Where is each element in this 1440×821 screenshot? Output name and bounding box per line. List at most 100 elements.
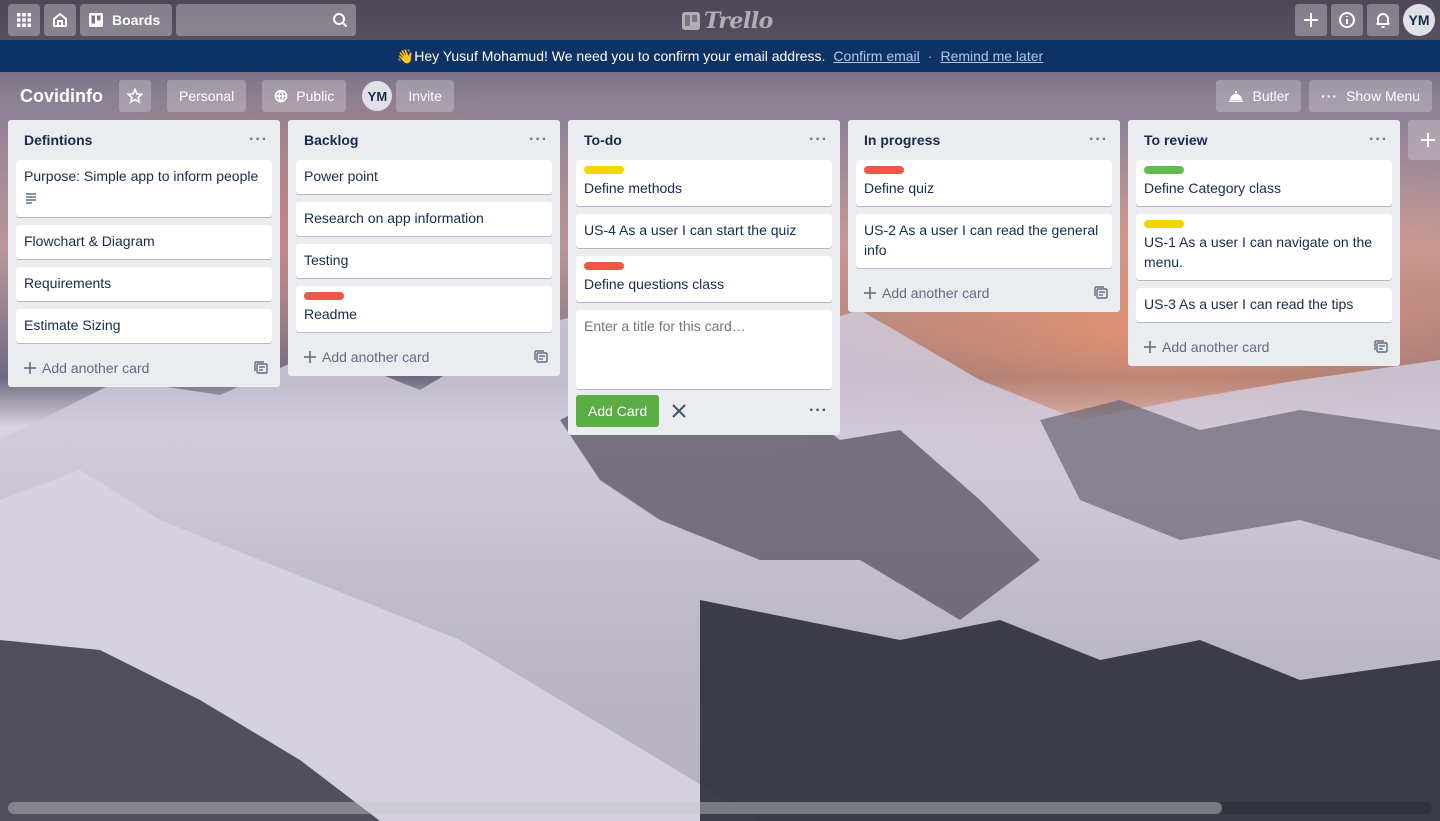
logo-text: Trello xyxy=(704,8,773,34)
butler-button[interactable]: Butler xyxy=(1216,80,1302,112)
plus-icon xyxy=(304,351,316,363)
add-card-button[interactable]: Add another card xyxy=(1136,328,1392,366)
card[interactable]: Requirements xyxy=(16,267,272,301)
add-card-submit-button[interactable]: Add Card xyxy=(576,395,660,427)
list-menu-more-icon[interactable]: ··· xyxy=(1089,132,1108,148)
composer-more-icon[interactable]: ··· xyxy=(809,402,828,420)
add-card-button[interactable]: Add another card xyxy=(296,338,552,376)
card[interactable]: Testing xyxy=(296,244,552,278)
boards-button[interactable]: Boards xyxy=(80,4,173,36)
card[interactable]: Define methods xyxy=(576,160,832,206)
card-label-red[interactable] xyxy=(584,262,624,270)
card-title: Define questions class xyxy=(584,276,725,292)
search-icon[interactable] xyxy=(332,12,348,28)
card-label-yellow[interactable] xyxy=(1144,220,1184,228)
notifications-button[interactable] xyxy=(1367,4,1399,36)
confirm-email-link[interactable]: Confirm email xyxy=(833,48,919,64)
list-header[interactable]: Defintions ··· xyxy=(16,120,272,160)
card-template-icon[interactable] xyxy=(1374,340,1388,354)
card[interactable]: Power point xyxy=(296,160,552,194)
card-label-red[interactable] xyxy=(304,292,344,300)
header-right-group: Butler ··· Show Menu xyxy=(1208,80,1432,112)
team-visibility-button[interactable]: Personal xyxy=(167,80,247,112)
card-title: Define quiz xyxy=(864,180,935,196)
plus-icon xyxy=(1304,13,1318,27)
card-label-green[interactable] xyxy=(1144,166,1184,174)
list-menu-more-icon[interactable]: ··· xyxy=(249,132,268,148)
list-menu-more-icon[interactable]: ··· xyxy=(529,132,548,148)
top-navigation-bar: Boards Trello YM xyxy=(0,0,1440,40)
list-header[interactable]: To review ··· xyxy=(1136,120,1392,160)
list-header[interactable]: To-do ··· xyxy=(576,120,832,160)
list-menu-more-icon[interactable]: ··· xyxy=(809,132,828,148)
card-template-icon[interactable] xyxy=(254,361,268,375)
card[interactable]: US-1 As a user I can navigate on the men… xyxy=(1136,214,1392,280)
card-template-icon[interactable] xyxy=(534,350,548,364)
board-member-avatar[interactable]: YM xyxy=(362,81,393,111)
star-icon xyxy=(127,88,143,104)
info-button[interactable] xyxy=(1331,4,1363,36)
list-menu-more-icon[interactable]: ··· xyxy=(1369,132,1388,148)
card-template-icon[interactable] xyxy=(1094,286,1108,300)
list-title[interactable]: To review xyxy=(1144,132,1208,148)
card-label-yellow[interactable] xyxy=(584,166,624,174)
card-title: Define Category class xyxy=(1144,180,1281,196)
scrollbar-thumb[interactable] xyxy=(8,802,1222,814)
card[interactable]: Flowchart & Diagram xyxy=(16,225,272,259)
list-title[interactable]: To-do xyxy=(584,132,622,148)
card[interactable]: US-2 As a user I can read the general in… xyxy=(856,214,1112,268)
show-menu-label: Show Menu xyxy=(1346,88,1420,104)
add-list-button[interactable] xyxy=(1408,120,1440,160)
user-avatar[interactable]: YM xyxy=(1403,4,1435,36)
globe-icon xyxy=(274,89,288,103)
search-input[interactable] xyxy=(176,4,357,36)
description-icon xyxy=(26,193,36,204)
card[interactable]: Research on app information xyxy=(296,202,552,236)
invite-button[interactable]: Invite xyxy=(396,80,454,112)
card-title: Define methods xyxy=(584,180,683,196)
nav-right-group: YM xyxy=(1291,4,1436,36)
card-title: Requirements xyxy=(24,275,112,291)
new-card-title-input[interactable] xyxy=(584,316,824,382)
card[interactable]: Purpose: Simple app to inform people xyxy=(16,160,272,217)
home-button[interactable] xyxy=(44,4,76,36)
card-composer xyxy=(576,310,832,389)
search-box[interactable] xyxy=(176,4,357,36)
remind-later-link[interactable]: Remind me later xyxy=(940,48,1043,64)
card[interactable]: US-4 As a user I can start the quiz xyxy=(576,214,832,248)
list-title[interactable]: In progress xyxy=(864,132,940,148)
butler-label: Butler xyxy=(1252,88,1290,104)
list-in-progress: In progress ··· Define quiz US-2 As a us… xyxy=(848,120,1120,312)
card[interactable]: Define questions class xyxy=(576,256,832,302)
info-icon xyxy=(1339,12,1355,28)
list-title[interactable]: Backlog xyxy=(304,132,358,148)
list-header[interactable]: In progress ··· xyxy=(856,120,1112,160)
add-card-button[interactable]: Add another card xyxy=(16,349,272,387)
trello-logo[interactable]: Trello xyxy=(682,8,773,34)
card[interactable]: US-3 As a user I can read the tips xyxy=(1136,288,1392,322)
board-title[interactable]: Covidinfo xyxy=(20,86,103,107)
email-confirmation-banner: 👋 Hey Yusuf Mohamud! We need you to conf… xyxy=(0,40,1440,72)
show-menu-button[interactable]: ··· Show Menu xyxy=(1309,80,1432,112)
plus-icon xyxy=(1421,133,1435,147)
apps-menu-button[interactable] xyxy=(8,4,40,36)
list-title[interactable]: Defintions xyxy=(24,132,92,148)
close-composer-button[interactable] xyxy=(671,403,687,419)
card[interactable]: Define quiz xyxy=(856,160,1112,206)
boards-icon xyxy=(89,13,103,27)
card-label-red[interactable] xyxy=(864,166,904,174)
card-title: US-2 As a user I can read the general in… xyxy=(864,222,1099,258)
banner-separator: · xyxy=(927,48,933,64)
card[interactable]: Readme xyxy=(296,286,552,332)
home-icon xyxy=(53,12,67,27)
star-board-button[interactable] xyxy=(119,80,151,112)
create-button[interactable] xyxy=(1295,4,1327,36)
add-card-button[interactable]: Add another card xyxy=(856,274,1112,312)
board-visibility-button[interactable]: Public xyxy=(262,80,347,112)
card-title: US-4 As a user I can start the quiz xyxy=(584,222,797,238)
card[interactable]: Define Category class xyxy=(1136,160,1392,206)
card[interactable]: Estimate Sizing xyxy=(16,309,272,343)
personal-label: Personal xyxy=(179,88,235,104)
list-header[interactable]: Backlog ··· xyxy=(296,120,552,160)
board-horizontal-scrollbar[interactable] xyxy=(8,802,1432,814)
